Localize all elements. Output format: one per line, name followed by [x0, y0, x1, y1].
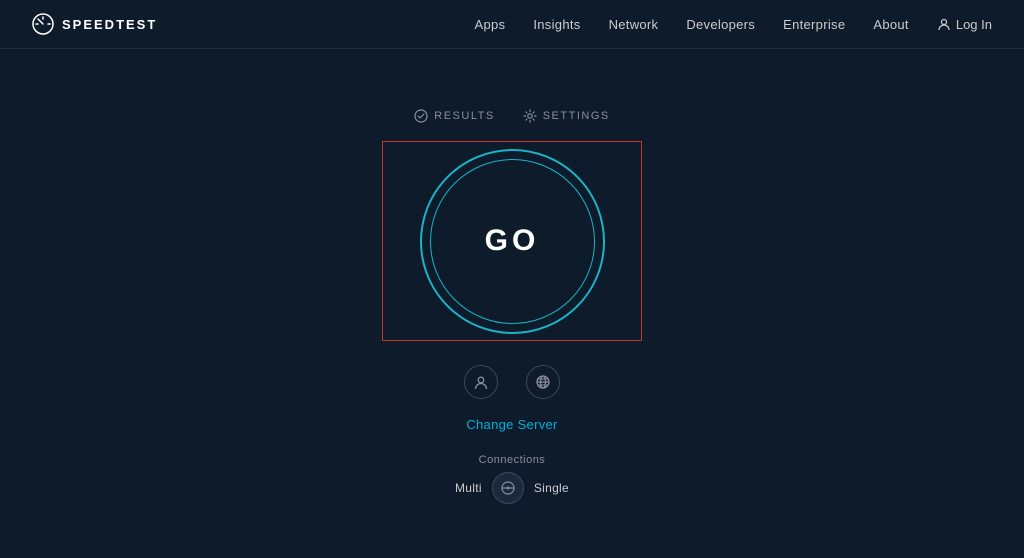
connections-area: Connections Multi Single [455, 454, 569, 504]
main-content: RESULTS SETTINGS GO [0, 49, 1024, 504]
nav-link-apps[interactable]: Apps [475, 17, 506, 32]
login-button[interactable]: Log In [937, 17, 992, 32]
toggle-icon [500, 480, 516, 496]
server-icons-row [464, 365, 560, 399]
go-button[interactable]: GO [430, 159, 595, 324]
connections-label: Connections [479, 454, 546, 466]
tab-results-label: RESULTS [434, 110, 494, 122]
nav-link-enterprise[interactable]: Enterprise [783, 17, 845, 32]
tab-settings[interactable]: SETTINGS [523, 109, 610, 123]
tab-settings-label: SETTINGS [543, 110, 610, 122]
nav-link-about[interactable]: About [873, 17, 908, 32]
globe-button[interactable] [526, 365, 560, 399]
navbar: SPEEDTEST Apps Insights Network Develope… [0, 0, 1024, 49]
speedtest-logo-icon [32, 13, 54, 35]
person-icon [473, 374, 489, 390]
brand-logo[interactable]: SPEEDTEST [32, 13, 157, 35]
connections-single: Single [534, 481, 569, 495]
nav-links: Apps Insights Network Developers Enterpr… [475, 17, 992, 32]
globe-icon [535, 374, 551, 390]
tab-results[interactable]: RESULTS [414, 109, 494, 123]
login-label: Log In [956, 17, 992, 32]
person-button[interactable] [464, 365, 498, 399]
go-button-container[interactable]: GO [382, 141, 642, 341]
gear-icon [523, 109, 537, 123]
change-server-link[interactable]: Change Server [466, 417, 557, 432]
tabs-row: RESULTS SETTINGS [414, 109, 609, 123]
brand-name: SPEEDTEST [62, 17, 157, 32]
connections-multi: Multi [455, 481, 482, 495]
connections-toggle-button[interactable] [492, 472, 524, 504]
go-circle-outer: GO [420, 149, 605, 334]
nav-link-insights[interactable]: Insights [533, 17, 580, 32]
nav-link-network[interactable]: Network [609, 17, 659, 32]
connections-toggle: Multi Single [455, 472, 569, 504]
user-icon [937, 17, 951, 31]
nav-link-developers[interactable]: Developers [686, 17, 755, 32]
check-circle-icon [414, 109, 428, 123]
go-label: GO [485, 224, 540, 258]
